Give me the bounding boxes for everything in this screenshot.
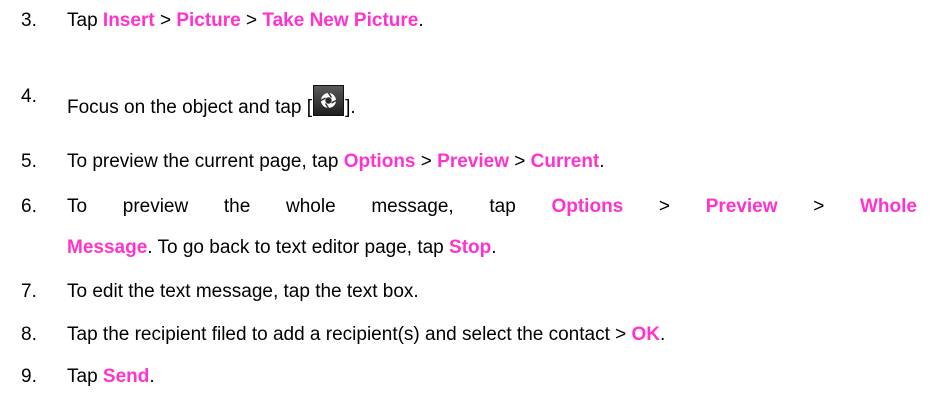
step-9: 9. Tap Send. <box>0 365 937 389</box>
step-6-continued: Message. To go back to text editor page,… <box>0 236 937 260</box>
text-run: Tap the recipient filed to add a recipie… <box>67 324 632 345</box>
keyword-options: Options <box>343 151 416 172</box>
text-run: Tap <box>67 10 103 31</box>
text-run: preview <box>122 196 189 217</box>
text-run: tap <box>489 196 516 217</box>
text-run: Tap <box>67 366 103 387</box>
step-text: Tap Insert > Picture > Take New Picture. <box>67 9 424 33</box>
step-text-line-2: Message. To go back to text editor page,… <box>67 236 497 260</box>
text-run: . <box>149 366 155 387</box>
keyword-whole: Whole <box>859 196 917 217</box>
keyword-preview: Preview <box>705 196 778 217</box>
keyword-take-new-picture: Take New Picture <box>262 10 419 31</box>
text-run: > <box>154 10 177 31</box>
step-text-line-1: To preview the whole message, tap Option… <box>67 195 917 219</box>
step-number: 7. <box>21 281 37 302</box>
step-text: To edit the text message, tap the text b… <box>67 280 419 304</box>
text-run: ]. <box>345 97 356 118</box>
keyword-options: Options <box>551 196 624 217</box>
step-number: 3. <box>21 10 37 31</box>
text-run: the <box>223 196 251 217</box>
camera-shutter-icon <box>313 85 345 116</box>
text-run: > <box>240 10 263 31</box>
text-run: . <box>418 10 424 31</box>
step-5: 5. To preview the current page, tap Opti… <box>0 150 937 174</box>
text-run: . <box>491 237 497 258</box>
text-run: > <box>508 151 531 172</box>
step-number: 9. <box>21 366 37 387</box>
step-text: Focus on the object and tap [ ]. <box>67 85 356 120</box>
step-number: 4. <box>21 86 37 107</box>
text-run: To <box>67 196 88 217</box>
text-run: message, <box>371 196 454 217</box>
step-3: 3. Tap Insert > Picture > Take New Pictu… <box>0 9 937 33</box>
step-number: 6. <box>21 196 37 217</box>
text-run: > <box>415 151 438 172</box>
keyword-stop: Stop <box>449 237 492 258</box>
step-text: Tap Send. <box>67 365 155 389</box>
step-text: Tap the recipient filed to add a recipie… <box>67 323 665 347</box>
keyword-current: Current <box>530 151 600 172</box>
keyword-ok: OK <box>631 324 661 345</box>
keyword-insert: Insert <box>102 10 155 31</box>
keyword-send: Send <box>102 366 150 387</box>
step-7: 7. To edit the text message, tap the tex… <box>0 280 937 304</box>
text-run: Focus on the object and tap [ <box>67 97 313 118</box>
text-run: . <box>660 324 666 345</box>
step-text: To preview the current page, tap Options… <box>67 150 605 174</box>
text-run: > <box>813 196 825 217</box>
text-run: > <box>658 196 671 217</box>
step-4: 4. Focus on the object and tap [ ]. <box>0 85 937 118</box>
keyword-preview: Preview <box>437 151 509 172</box>
text-run: whole <box>286 196 336 217</box>
text-run: . To go back to text editor page, tap <box>147 237 450 258</box>
keyword-message: Message <box>67 237 148 258</box>
step-number: 8. <box>21 324 37 345</box>
step-number: 5. <box>21 151 37 172</box>
step-6: 6. To preview the whole message, tap Opt… <box>0 195 937 219</box>
keyword-picture: Picture <box>176 10 241 31</box>
text-run: . <box>599 151 605 172</box>
text-run: To preview the current page, tap <box>67 151 344 172</box>
text-run: To edit the text message, tap the text b… <box>67 281 419 302</box>
step-8: 8. Tap the recipient filed to add a reci… <box>0 323 937 347</box>
